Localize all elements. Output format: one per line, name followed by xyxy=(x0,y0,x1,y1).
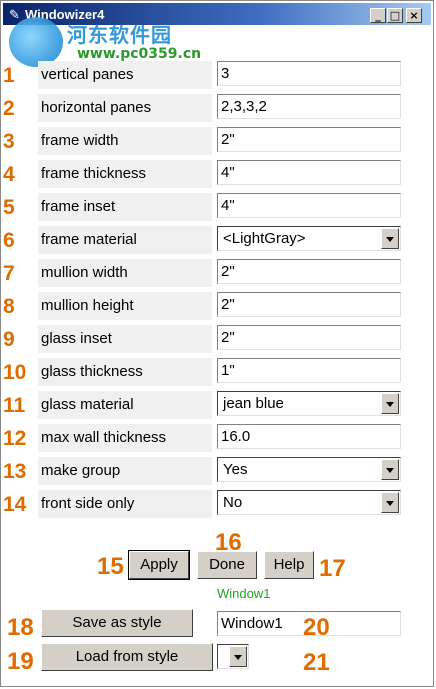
chevron-down-icon[interactable] xyxy=(381,492,399,513)
row-label: glass inset xyxy=(38,325,212,353)
annotation-style-select: 21 xyxy=(303,649,330,676)
row-number: 3 xyxy=(3,130,15,153)
row-label: max wall thickness xyxy=(38,424,212,452)
done-button[interactable]: Done xyxy=(197,551,257,579)
row-number: 7 xyxy=(3,262,15,285)
row-number: 8 xyxy=(3,295,15,318)
glass-material-select[interactable]: jean blue xyxy=(217,391,401,416)
frame-inset-input[interactable]: 4" xyxy=(217,193,401,218)
glass-material-value: jean blue xyxy=(223,395,284,412)
frame-width-input[interactable]: 2" xyxy=(217,127,401,152)
annotation-apply: 15 xyxy=(97,553,124,580)
maximize-button[interactable]: □ xyxy=(387,8,403,23)
apply-button[interactable]: Apply xyxy=(128,550,190,580)
row-number: 12 xyxy=(3,427,27,450)
chevron-down-icon[interactable] xyxy=(229,646,247,667)
annotation-save-style: 18 xyxy=(7,614,34,641)
row-mullion-width: 7 mullion width 2" xyxy=(1,257,435,290)
row-frame-thickness: 4 frame thickness 4" xyxy=(1,158,435,191)
row-label: vertical panes xyxy=(38,61,212,89)
row-label: mullion height xyxy=(38,292,212,320)
frame-material-select[interactable]: <LightGray> xyxy=(217,226,401,251)
row-frame-inset: 5 frame inset 4" xyxy=(1,191,435,224)
mullion-height-input[interactable]: 2" xyxy=(217,292,401,317)
minimize-button[interactable]: _ xyxy=(370,8,386,23)
row-number: 1 xyxy=(3,64,15,87)
row-frame-width: 3 frame width 2" xyxy=(1,125,435,158)
row-front-side-only: 14 front side only No xyxy=(1,488,435,521)
max-wall-thickness-input[interactable]: 16.0 xyxy=(217,424,401,449)
row-label: frame width xyxy=(38,127,212,155)
row-label: glass thickness xyxy=(38,358,212,386)
row-label: frame inset xyxy=(38,193,212,221)
row-number: 4 xyxy=(3,163,15,186)
load-from-style-button[interactable]: Load from style xyxy=(41,643,213,671)
row-label: horizontal panes xyxy=(38,94,212,122)
row-label: frame thickness xyxy=(38,160,212,188)
row-number: 14 xyxy=(3,493,27,516)
row-horizontal-panes: 2 horizontal panes 2,3,3,2 xyxy=(1,92,435,125)
row-label: make group xyxy=(38,457,212,485)
row-number: 6 xyxy=(3,229,15,252)
watermark-site-name: 河东软件园 xyxy=(67,23,172,47)
chevron-down-icon[interactable] xyxy=(381,228,399,249)
row-make-group: 13 make group Yes xyxy=(1,455,435,488)
glass-inset-input[interactable]: 2" xyxy=(217,325,401,350)
annotation-help: 17 xyxy=(319,555,346,582)
row-label: front side only xyxy=(38,490,212,518)
row-glass-material: 11 glass material jean blue xyxy=(1,389,435,422)
chevron-down-icon[interactable] xyxy=(381,459,399,480)
frame-thickness-input[interactable]: 4" xyxy=(217,160,401,185)
row-label: glass material xyxy=(38,391,212,419)
vertical-panes-input[interactable]: 3 xyxy=(217,61,401,86)
save-as-style-button[interactable]: Save as style xyxy=(41,609,193,637)
row-label: mullion width xyxy=(38,259,212,287)
row-number: 2 xyxy=(3,97,15,120)
row-glass-thickness: 10 glass thickness 1" xyxy=(1,356,435,389)
frame-material-value: <LightGray> xyxy=(223,230,306,247)
horizontal-panes-input[interactable]: 2,3,3,2 xyxy=(217,94,401,119)
mullion-width-input[interactable]: 2" xyxy=(217,259,401,284)
row-glass-inset: 9 glass inset 2" xyxy=(1,323,435,356)
make-group-value: Yes xyxy=(223,461,248,478)
row-number: 11 xyxy=(3,394,26,417)
make-group-select[interactable]: Yes xyxy=(217,457,401,482)
front-side-only-select[interactable]: No xyxy=(217,490,401,515)
glass-thickness-input[interactable]: 1" xyxy=(217,358,401,383)
row-number: 10 xyxy=(3,361,27,384)
row-max-wall-thickness: 12 max wall thickness 16.0 xyxy=(1,422,435,455)
row-number: 5 xyxy=(3,196,15,219)
row-mullion-height: 8 mullion height 2" xyxy=(1,290,435,323)
row-label: frame material xyxy=(38,226,212,254)
style-name-label: Window1 xyxy=(217,586,271,601)
help-button[interactable]: Help xyxy=(264,551,314,579)
row-frame-material: 6 frame material <LightGray> xyxy=(1,224,435,257)
chevron-down-icon[interactable] xyxy=(381,393,399,414)
front-side-only-value: No xyxy=(223,494,243,511)
annotation-load-style: 19 xyxy=(7,648,34,675)
row-number: 9 xyxy=(3,328,15,351)
windowizer-dialog: ✎ Windowizer4 _ □ × 河东软件园 www.pc0359.cn … xyxy=(0,0,434,687)
annotation-style-name: 20 xyxy=(303,614,330,641)
row-number: 13 xyxy=(3,460,27,483)
row-vertical-panes: 1 vertical panes 3 xyxy=(1,59,435,92)
style-select[interactable] xyxy=(217,644,249,669)
close-button[interactable]: × xyxy=(406,8,422,23)
